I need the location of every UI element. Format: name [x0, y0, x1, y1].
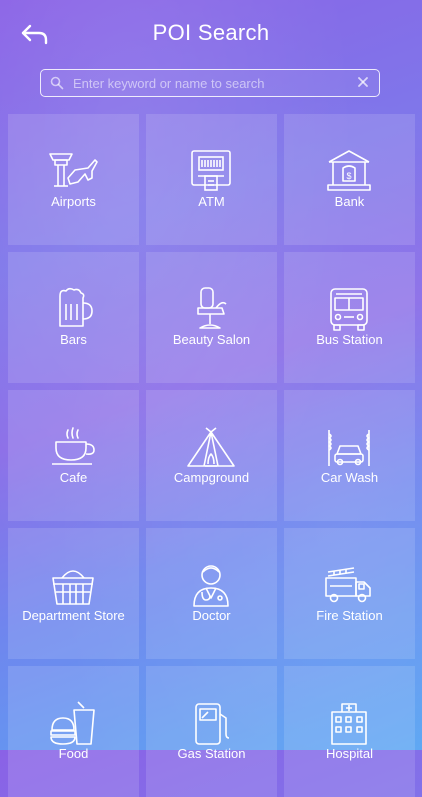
car-wash-icon — [328, 430, 370, 466]
category-tile-cafe[interactable]: Cafe — [8, 390, 139, 521]
category-tile-department-store[interactable]: Department Store — [8, 528, 139, 659]
bus-icon — [330, 288, 368, 331]
category-label: Beauty Salon — [172, 332, 251, 347]
food-icon — [50, 701, 95, 745]
search-icon — [50, 76, 64, 90]
category-tile-campground[interactable]: Campground — [146, 390, 277, 521]
search-bar — [40, 69, 380, 97]
tent-icon — [187, 427, 235, 467]
doctor-icon — [193, 565, 229, 607]
category-label: Doctor — [192, 608, 231, 623]
category-label: Campground — [173, 470, 250, 485]
gas-pump-icon — [195, 703, 230, 745]
clear-icon[interactable] — [356, 75, 370, 89]
page-title: POI Search — [152, 20, 270, 45]
category-label: Car Wash — [320, 470, 379, 485]
category-label: Food — [58, 746, 89, 761]
airport-icon — [49, 153, 98, 187]
atm-icon — [191, 150, 231, 191]
category-label: Bus Station — [316, 332, 383, 347]
category-label: ATM — [198, 194, 225, 209]
coffee-cup-icon — [52, 427, 95, 465]
shopping-basket-icon — [52, 570, 94, 605]
category-tile-gas-station[interactable]: Gas Station — [146, 666, 277, 797]
hospital-icon — [331, 703, 367, 745]
category-tile-hospital[interactable]: Hospital — [284, 666, 415, 797]
fire-truck-icon — [325, 567, 371, 603]
svg-text:$: $ — [346, 171, 351, 181]
category-label: Bars — [60, 332, 87, 347]
category-tile-atm[interactable]: ATM — [146, 114, 277, 245]
category-label: Bank — [334, 194, 365, 209]
category-tile-bars[interactable]: Bars — [8, 252, 139, 383]
category-label: Cafe — [59, 470, 88, 485]
category-label: Hospital — [326, 746, 373, 761]
beer-mug-icon — [59, 287, 93, 327]
category-label: Department Store — [22, 608, 125, 623]
category-label: Fire Station — [316, 608, 383, 623]
salon-chair-icon — [197, 287, 227, 329]
category-tile-bus-station[interactable]: Bus Station — [284, 252, 415, 383]
bank-icon: $ — [327, 150, 371, 191]
category-tile-airports[interactable]: Airports — [8, 114, 139, 245]
category-tile-doctor[interactable]: Doctor — [146, 528, 277, 659]
category-tile-car-wash[interactable]: Car Wash — [284, 390, 415, 521]
header: POI Search — [0, 0, 422, 68]
category-tile-beauty-salon[interactable]: Beauty Salon — [146, 252, 277, 383]
category-label: Airports — [51, 194, 96, 209]
category-tile-bank[interactable]: $ Bank — [284, 114, 415, 245]
search-input[interactable] — [71, 70, 365, 97]
category-tile-fire-station[interactable]: Fire Station — [284, 528, 415, 659]
category-tile-food[interactable]: Food — [8, 666, 139, 797]
category-label: Gas Station — [177, 746, 246, 761]
